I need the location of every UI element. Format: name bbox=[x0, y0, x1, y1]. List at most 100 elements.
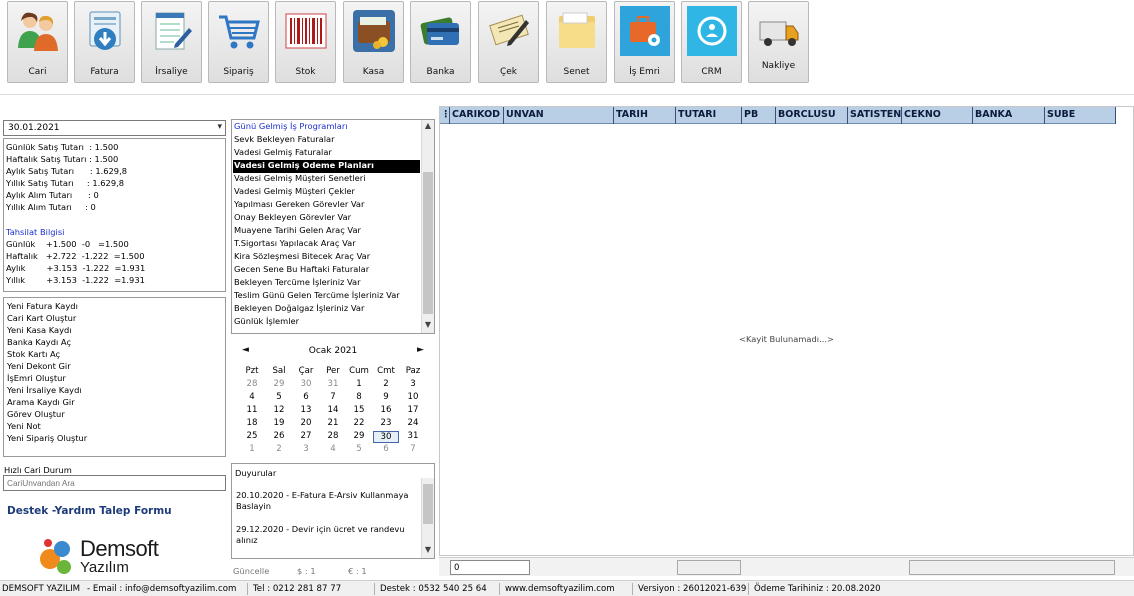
list-scrollbar[interactable]: ▲ ▼ bbox=[421, 120, 434, 333]
calendar-day-other-month[interactable]: 1 bbox=[239, 444, 265, 454]
calendar-day[interactable]: 23 bbox=[373, 418, 399, 428]
scroll-up-icon[interactable]: ▲ bbox=[422, 121, 434, 133]
calendar-day[interactable]: 2 bbox=[373, 379, 399, 389]
scroll-thumb[interactable] bbox=[423, 484, 433, 524]
column-header[interactable]: BORCLUSU bbox=[776, 107, 848, 124]
quick-action-item[interactable]: Banka Kaydı Aç bbox=[7, 337, 71, 347]
calendar-day-other-month[interactable]: 4 bbox=[320, 444, 346, 454]
quick-action-item[interactable]: Arama Kaydı Gir bbox=[7, 397, 75, 407]
column-header[interactable]: BANKA bbox=[973, 107, 1045, 124]
announcement-item[interactable]: 20.10.2020 - E-Fatura E-Arsiv Kullanmaya… bbox=[236, 490, 416, 512]
update-link[interactable]: Güncelle bbox=[233, 566, 269, 576]
calendar-day-other-month[interactable]: 6 bbox=[373, 444, 399, 454]
calendar-day-other-month[interactable]: 3 bbox=[293, 444, 319, 454]
calendar-day-other-month[interactable]: 5 bbox=[346, 444, 372, 454]
calendar-day[interactable]: 15 bbox=[346, 405, 372, 415]
calendar-day[interactable]: 18 bbox=[239, 418, 265, 428]
quick-action-item[interactable]: Yeni Kasa Kaydı bbox=[7, 325, 72, 335]
toolbar-button-banka[interactable]: Banka bbox=[410, 1, 471, 83]
calendar-day[interactable]: 22 bbox=[346, 418, 372, 428]
list-item[interactable]: Gecen Sene Bu Haftaki Faturalar bbox=[233, 264, 420, 277]
column-header[interactable]: SATISTEN bbox=[848, 107, 902, 124]
column-header[interactable]: TUTARI bbox=[676, 107, 742, 124]
announcements-scrollbar[interactable]: ▼ bbox=[421, 478, 434, 558]
list-item[interactable]: Günlük İşlemler bbox=[233, 316, 420, 329]
calendar-day-other-month[interactable]: 30 bbox=[293, 379, 319, 389]
calendar-day[interactable]: 3 bbox=[400, 379, 426, 389]
calendar-day[interactable]: 8 bbox=[346, 392, 372, 402]
announcement-item[interactable]: 29.12.2020 - Devir için ücret ve randevu… bbox=[236, 524, 416, 546]
column-header[interactable]: TARIH bbox=[614, 107, 676, 124]
column-header[interactable]: UNVAN bbox=[504, 107, 614, 124]
calendar-day[interactable]: 12 bbox=[266, 405, 292, 415]
toolbar-button-crm[interactable]: CRM bbox=[681, 1, 742, 83]
list-item[interactable]: Onay Bekleyen Görevler Var bbox=[233, 212, 420, 225]
column-header[interactable]: PB bbox=[742, 107, 776, 124]
toolbar-button-siparis[interactable]: Sipariş bbox=[208, 1, 269, 83]
scroll-down-icon[interactable]: ▼ bbox=[422, 320, 434, 332]
calendar-day[interactable]: 24 bbox=[400, 418, 426, 428]
quick-action-item[interactable]: İşEmri Oluştur bbox=[7, 373, 66, 383]
toolbar-button-is-emri[interactable]: İş Emri bbox=[614, 1, 675, 83]
calendar-day[interactable]: 20 bbox=[293, 418, 319, 428]
row-indicator-icon[interactable]: ⋮ bbox=[440, 107, 450, 124]
list-item[interactable]: Vadesi Gelmiş Müşteri Çekler bbox=[233, 186, 420, 199]
date-dropdown[interactable]: 30.01.2021 ▾ bbox=[3, 120, 226, 136]
quick-action-item[interactable]: Yeni Dekont Gir bbox=[7, 361, 71, 371]
quick-action-item[interactable]: Stok Kartı Aç bbox=[7, 349, 60, 359]
list-item[interactable]: Bekleyen Tercüme İşleriniz Var bbox=[233, 277, 420, 290]
scroll-down-icon[interactable]: ▼ bbox=[422, 545, 434, 557]
calendar-day[interactable]: 5 bbox=[266, 392, 292, 402]
scroll-thumb[interactable] bbox=[423, 172, 433, 314]
toolbar-button-senet[interactable]: Senet bbox=[546, 1, 607, 83]
calendar-day[interactable]: 29 bbox=[346, 431, 372, 441]
toolbar-button-cek[interactable]: Çek bbox=[478, 1, 539, 83]
next-month-icon[interactable]: ► bbox=[417, 345, 424, 355]
calendar-day[interactable]: 11 bbox=[239, 405, 265, 415]
calendar-day-other-month[interactable]: 7 bbox=[400, 444, 426, 454]
list-item[interactable]: Yapılması Gereken Görevler Var bbox=[233, 199, 420, 212]
list-item[interactable]: Kira Sözleşmesi Bitecek Araç Var bbox=[233, 251, 420, 264]
quick-action-item[interactable]: Yeni Fatura Kaydı bbox=[7, 301, 78, 311]
calendar-day-other-month[interactable]: 2 bbox=[266, 444, 292, 454]
list-item[interactable]: Günü Gelmiş İş Programları bbox=[233, 121, 420, 134]
column-header[interactable]: SUBE bbox=[1045, 107, 1116, 124]
calendar-day[interactable]: 26 bbox=[266, 431, 292, 441]
calendar-day[interactable]: 10 bbox=[400, 392, 426, 402]
list-item-selected[interactable]: Vadesi Gelmiş Odeme Planları bbox=[233, 160, 420, 173]
list-item[interactable]: Vadesi Gelmiş Müşteri Senetleri bbox=[233, 173, 420, 186]
calendar-day-other-month[interactable]: 29 bbox=[266, 379, 292, 389]
calendar-day[interactable]: 7 bbox=[320, 392, 346, 402]
list-item[interactable]: Sevk Bekleyen Faturalar bbox=[233, 134, 420, 147]
calendar-day[interactable]: 6 bbox=[293, 392, 319, 402]
list-item[interactable]: Vadesi Gelmiş Faturalar bbox=[233, 147, 420, 160]
calendar-day[interactable]: 19 bbox=[266, 418, 292, 428]
toolbar-button-irsaliye[interactable]: İrsaliye bbox=[141, 1, 202, 83]
calendar-day[interactable]: 21 bbox=[320, 418, 346, 428]
calendar-day[interactable]: 28 bbox=[320, 431, 346, 441]
calendar-day[interactable]: 16 bbox=[373, 405, 399, 415]
toolbar-button-fatura[interactable]: Fatura bbox=[74, 1, 135, 83]
calendar-day[interactable]: 31 bbox=[400, 431, 426, 441]
calendar-day[interactable]: 4 bbox=[239, 392, 265, 402]
toolbar-button-stok[interactable]: Stok bbox=[275, 1, 336, 83]
calendar-day[interactable]: 25 bbox=[239, 431, 265, 441]
calendar-day-today[interactable]: 30 bbox=[373, 431, 399, 443]
toolbar-button-nakliye[interactable]: Nakliye bbox=[748, 1, 809, 83]
calendar-day-other-month[interactable]: 31 bbox=[320, 379, 346, 389]
column-header[interactable]: CEKNO bbox=[902, 107, 973, 124]
toolbar-button-cari[interactable]: Cari bbox=[7, 1, 68, 83]
calendar-day[interactable]: 27 bbox=[293, 431, 319, 441]
calendar-day[interactable]: 17 bbox=[400, 405, 426, 415]
cari-search-input[interactable] bbox=[3, 475, 226, 491]
chevron-down-icon[interactable]: ▾ bbox=[217, 122, 222, 132]
quick-action-item[interactable]: Görev Oluştur bbox=[7, 409, 65, 419]
list-item[interactable]: Muayene Tarihi Gelen Araç Var bbox=[233, 225, 420, 238]
calendar-day[interactable]: 9 bbox=[373, 392, 399, 402]
status-website[interactable]: www.demsoftyazilim.com bbox=[505, 584, 615, 594]
calendar-day[interactable]: 14 bbox=[320, 405, 346, 415]
toolbar-button-kasa[interactable]: Kasa bbox=[343, 1, 404, 83]
calendar-day[interactable]: 13 bbox=[293, 405, 319, 415]
list-item[interactable]: T.Sigortası Yapılacak Araç Var bbox=[233, 238, 420, 251]
list-item[interactable]: Teslim Günü Gelen Tercüme İşleriniz Var bbox=[233, 290, 420, 303]
